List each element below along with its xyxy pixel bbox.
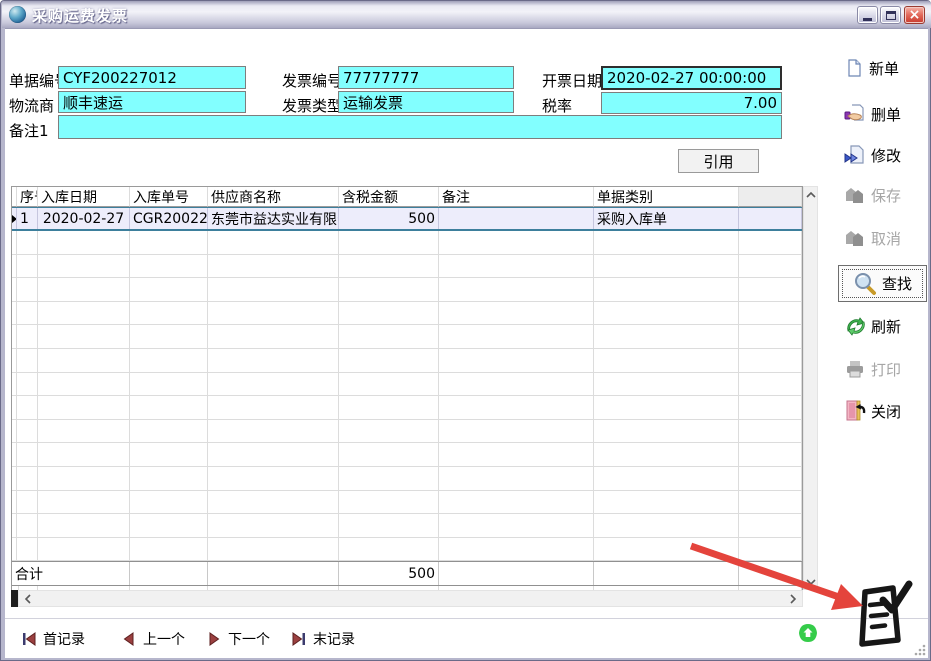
refresh-icon bbox=[844, 315, 866, 337]
table-empty-row bbox=[12, 231, 802, 255]
resize-grip[interactable] bbox=[912, 642, 926, 656]
total-amount-cell: 500 bbox=[339, 562, 439, 585]
exit-door-icon bbox=[844, 399, 866, 423]
sidebar-delete-button[interactable]: 删单 bbox=[844, 101, 928, 127]
invoice-date-field[interactable] bbox=[601, 66, 782, 90]
maximize-icon bbox=[886, 11, 896, 20]
logistics-label: 物流商 bbox=[9, 95, 54, 116]
nav-last-record[interactable]: 末记录 bbox=[291, 628, 355, 650]
col-header-amount[interactable]: 含税金额 bbox=[339, 187, 439, 207]
cancel-folder-icon bbox=[844, 228, 866, 248]
remark-label: 备注1 bbox=[9, 120, 49, 141]
print-icon bbox=[844, 359, 866, 379]
col-header-supplier[interactable]: 供应商名称 bbox=[208, 187, 339, 207]
col-header-order-no[interactable]: 入库单号 bbox=[130, 187, 208, 207]
table-empty-row bbox=[12, 396, 802, 420]
table-empty-row bbox=[12, 373, 802, 397]
table-header-row: 序号 入库日期 入库单号 供应商名称 含税金额 备注 单据类别 bbox=[12, 187, 802, 207]
scroll-down-icon[interactable] bbox=[805, 577, 817, 587]
nav-next-record[interactable]: 下一个 bbox=[206, 628, 270, 650]
save-folder-icon bbox=[844, 185, 866, 205]
table-empty-rows bbox=[12, 231, 802, 561]
invoice-no-field[interactable] bbox=[338, 66, 514, 89]
window-title: 采购运费发票 bbox=[32, 5, 128, 26]
scroll-left-icon[interactable] bbox=[23, 594, 33, 604]
cite-button[interactable]: 引用 bbox=[678, 149, 759, 173]
invoice-date-label: 开票日期 bbox=[542, 70, 602, 91]
vertical-scrollbar[interactable] bbox=[803, 186, 818, 590]
footer-divider bbox=[5, 618, 928, 619]
close-icon: × bbox=[909, 7, 921, 23]
table-empty-row bbox=[12, 491, 802, 515]
cell-seq[interactable]: 1 bbox=[17, 208, 38, 229]
col-header-extra bbox=[739, 187, 802, 207]
scroll-up-icon[interactable] bbox=[805, 190, 817, 200]
invoice-no-label: 发票编号 bbox=[282, 70, 342, 91]
col-header-seq[interactable]: 序号 bbox=[17, 187, 38, 207]
col-header-date[interactable]: 入库日期 bbox=[38, 187, 130, 207]
search-icon bbox=[853, 272, 877, 296]
tax-rate-field[interactable] bbox=[601, 92, 782, 114]
logistics-field[interactable] bbox=[58, 91, 246, 113]
horizontal-scrollbar[interactable] bbox=[18, 590, 803, 607]
scroll-right-icon[interactable] bbox=[788, 594, 798, 604]
table-empty-row bbox=[12, 325, 802, 349]
modify-doc-icon bbox=[844, 145, 866, 165]
table-empty-row bbox=[12, 349, 802, 373]
table-empty-row bbox=[12, 255, 802, 279]
total-label-cell: 合计 bbox=[12, 562, 130, 585]
maximize-button[interactable] bbox=[880, 6, 901, 24]
cell-amount[interactable]: 500 bbox=[339, 208, 439, 229]
sidebar-new-button[interactable]: 新单 bbox=[844, 55, 928, 81]
cell-extra bbox=[739, 208, 802, 229]
last-record-icon bbox=[291, 631, 307, 647]
invoice-type-label: 发票类型 bbox=[282, 95, 342, 116]
table-total-row: 合计 500 bbox=[12, 561, 802, 586]
nav-previous-record[interactable]: 上一个 bbox=[121, 628, 185, 650]
current-record-icon bbox=[12, 215, 17, 223]
delete-doc-icon bbox=[844, 103, 866, 125]
minimize-icon bbox=[863, 18, 872, 21]
sidebar-refresh-button[interactable]: 刷新 bbox=[844, 313, 928, 339]
app-globe-icon bbox=[9, 6, 26, 23]
title-bar[interactable]: 采购运费发票 × bbox=[2, 1, 931, 28]
sidebar-save-button: 保存 bbox=[844, 182, 928, 208]
table-empty-row bbox=[12, 538, 802, 562]
table-empty-row bbox=[12, 420, 802, 444]
table-empty-row bbox=[12, 302, 802, 326]
checklist-annotation-icon bbox=[849, 579, 913, 651]
sidebar-find-button[interactable]: 查找 bbox=[838, 265, 927, 302]
detail-table: 序号 入库日期 入库单号 供应商名称 含税金额 备注 单据类别 1 2020-0… bbox=[11, 186, 803, 590]
doc-no-field[interactable] bbox=[58, 66, 246, 89]
cell-remark[interactable] bbox=[439, 208, 594, 229]
sidebar-cancel-button: 取消 bbox=[844, 225, 928, 251]
nav-first-record[interactable]: 首记录 bbox=[21, 628, 85, 650]
previous-record-icon bbox=[121, 631, 137, 647]
table-empty-row bbox=[12, 278, 802, 302]
app-window: 采购运费发票 × 单据编号 发票编号 开票日期 物流商 发票类型 税率 备注1 … bbox=[0, 0, 931, 661]
tax-rate-label: 税率 bbox=[542, 95, 572, 116]
status-green-icon bbox=[798, 623, 818, 643]
table-empty-row bbox=[12, 467, 802, 491]
next-record-icon bbox=[206, 631, 222, 647]
cell-doc-type[interactable]: 采购入库单 bbox=[594, 208, 739, 229]
sidebar-print-button: 打印 bbox=[844, 356, 928, 382]
close-button[interactable]: × bbox=[904, 6, 925, 24]
table-row[interactable]: 1 2020-02-27 CGR2002270 东莞市益达实业有限公司 500 … bbox=[12, 207, 802, 231]
first-record-icon bbox=[21, 631, 37, 647]
cell-date[interactable]: 2020-02-27 bbox=[38, 208, 130, 229]
cell-supplier[interactable]: 东莞市益达实业有限公司 bbox=[208, 208, 339, 229]
new-doc-icon bbox=[844, 58, 864, 78]
minimize-button[interactable] bbox=[857, 6, 878, 24]
sidebar-exit-button[interactable]: 关闭 bbox=[844, 398, 928, 424]
sidebar-modify-button[interactable]: 修改 bbox=[844, 142, 928, 168]
hscroll-corner-block bbox=[11, 590, 18, 607]
cell-order-no[interactable]: CGR2002270 bbox=[130, 208, 208, 229]
remark-field[interactable] bbox=[58, 115, 782, 139]
table-empty-row bbox=[12, 514, 802, 538]
invoice-type-field[interactable] bbox=[338, 91, 514, 113]
table-empty-row bbox=[12, 443, 802, 467]
col-header-remark[interactable]: 备注 bbox=[439, 187, 594, 207]
col-header-doc-type[interactable]: 单据类别 bbox=[594, 187, 739, 207]
